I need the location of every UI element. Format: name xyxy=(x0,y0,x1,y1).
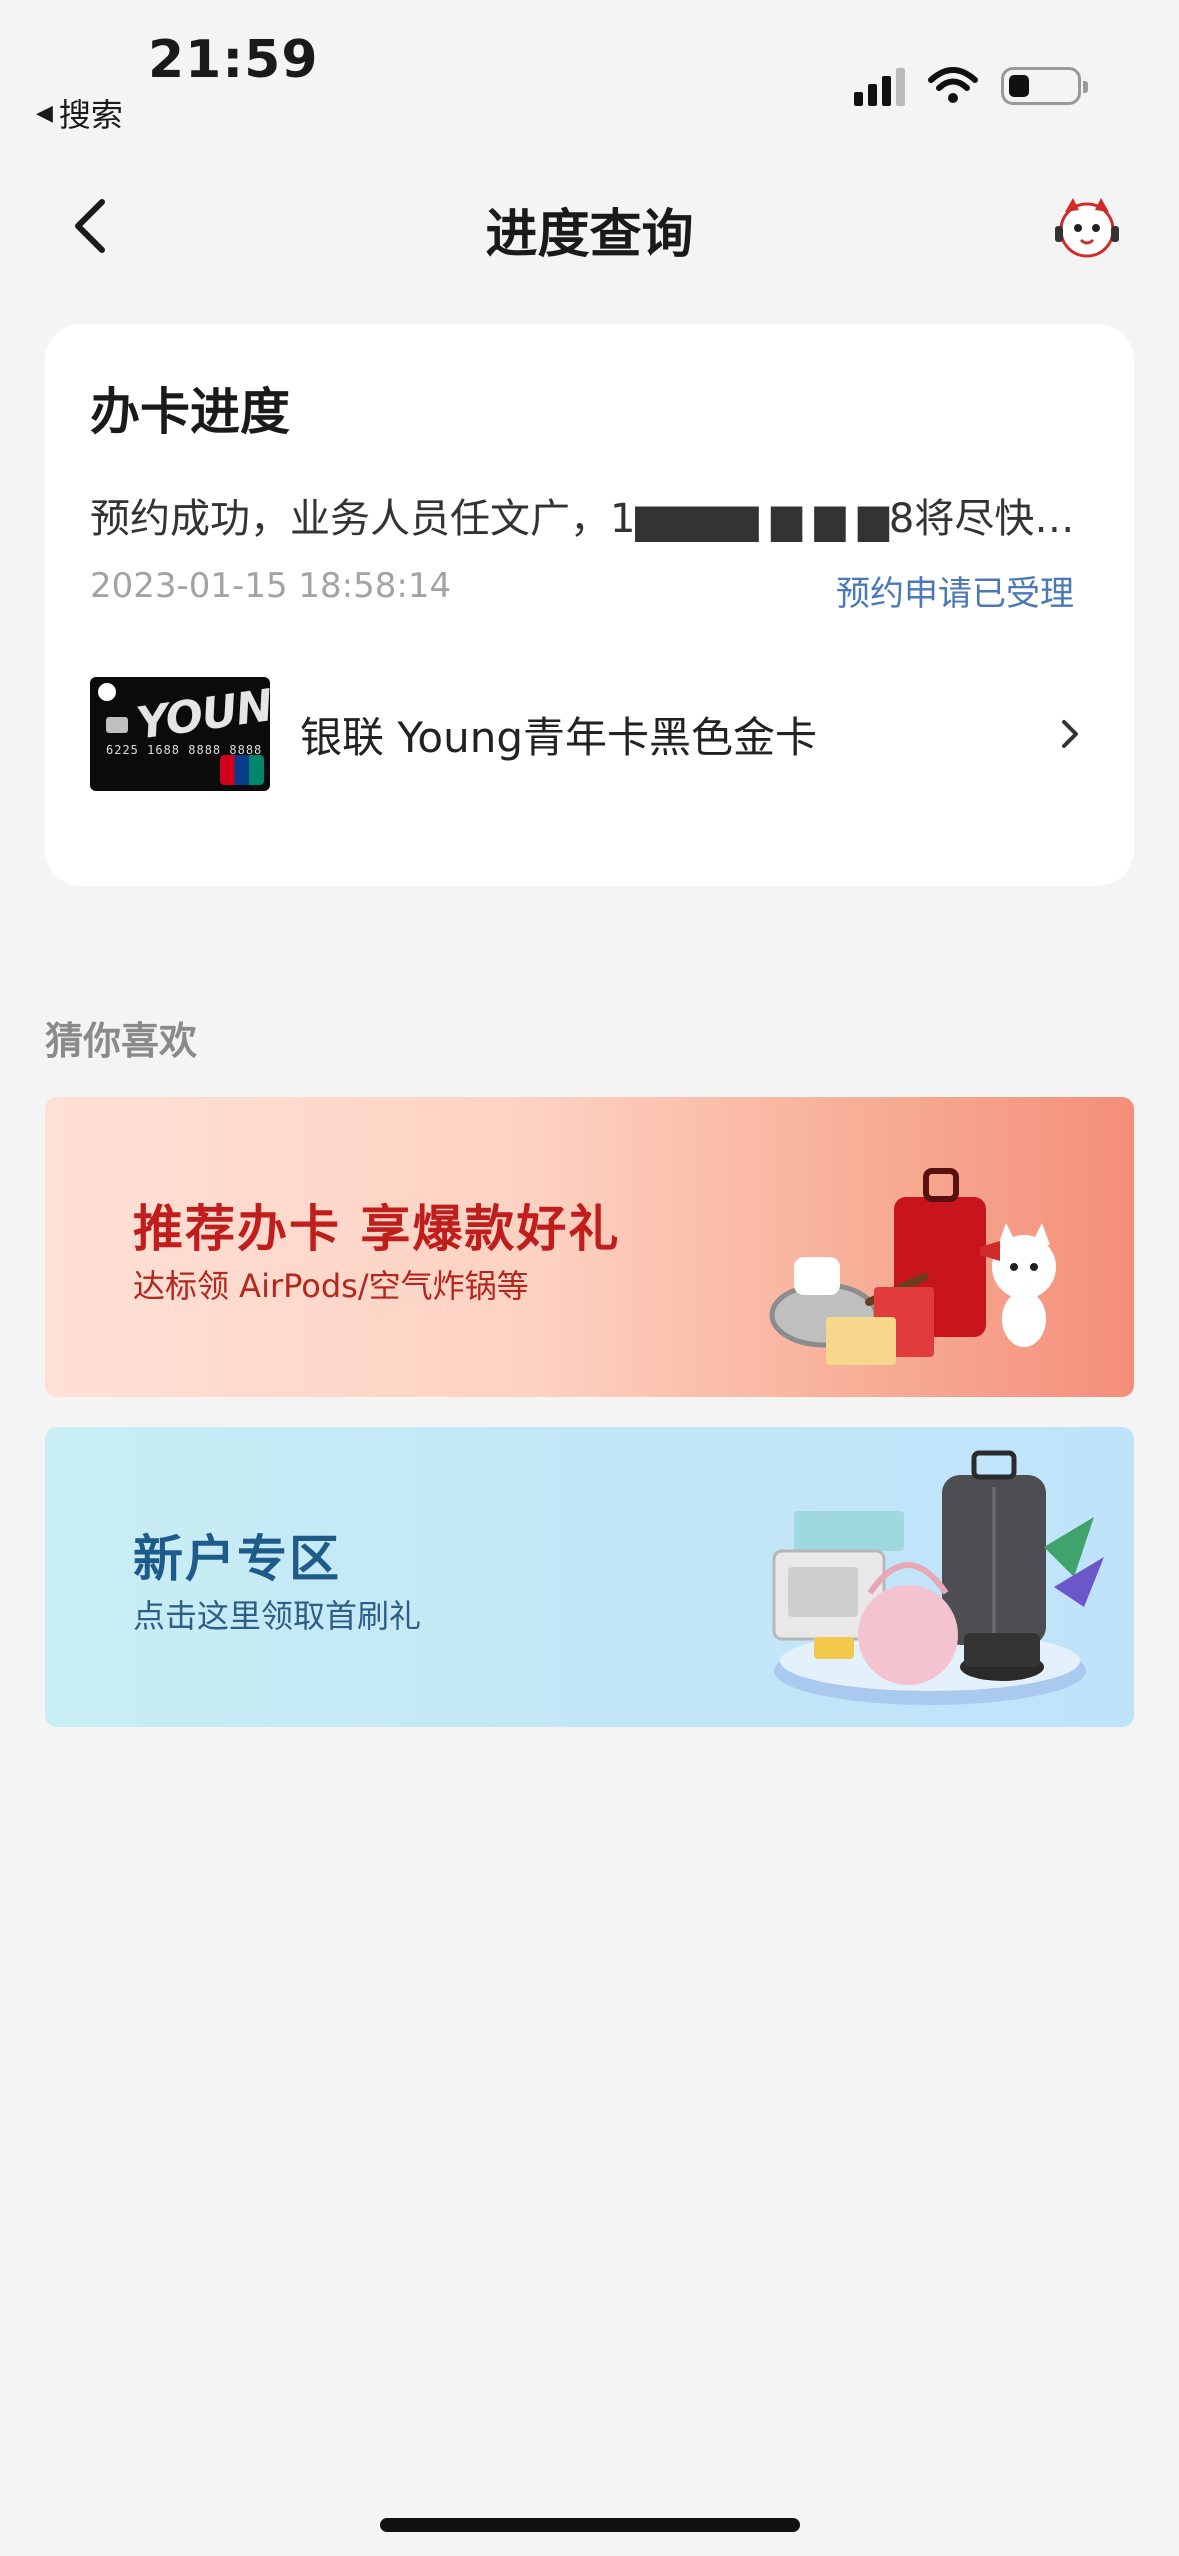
progress-timestamp: 2023-01-15 18:58:14 xyxy=(90,566,452,606)
back-app-label: 搜索 xyxy=(58,96,123,134)
back-to-search-link[interactable]: ◀ 搜索 xyxy=(36,90,123,136)
home-indicator xyxy=(380,2518,800,2532)
progress-description: 预约成功，业务人员任文广，1▆▆▆▆ ▆ ▆ ▆8将尽快与您联系 xyxy=(90,496,1100,542)
bank-logo-icon xyxy=(98,683,116,701)
status-time: 21:59 xyxy=(148,30,319,90)
status-indicators xyxy=(854,66,1088,106)
cellular-signal-icon xyxy=(854,66,905,106)
recommend-section-title: 猜你喜欢 xyxy=(45,1019,198,1063)
banner-subline: 达标领 AirPods/空气炸锅等 xyxy=(133,1267,529,1305)
wifi-icon xyxy=(928,67,978,103)
banner-headline: 推荐办卡 享爆款好礼 xyxy=(133,1199,621,1258)
card-product-name: 银联 Young青年卡黑色金卡 xyxy=(300,712,818,762)
card-chip-icon xyxy=(106,717,128,733)
banner-subline: 点击这里领取首刷礼 xyxy=(133,1597,422,1635)
back-triangle-icon: ◀ xyxy=(36,100,53,126)
card-art-brand: YOUNG xyxy=(133,677,270,750)
progress-query-page: 21:59 ◀ 搜索 进度查询 办卡进度 预约成功，业务人员任文广，1▆▆▆▆ … xyxy=(0,0,1179,2556)
banner-refer-card[interactable]: 推荐办卡 享爆款好礼 达标领 AirPods/空气炸锅等 xyxy=(45,1097,1134,1397)
card-progress-panel: 办卡进度 预约成功，业务人员任文广，1▆▆▆▆ ▆ ▆ ▆8将尽快与您联系 20… xyxy=(45,324,1134,886)
card-progress-title: 办卡进度 xyxy=(90,383,290,441)
chevron-right-icon xyxy=(1062,720,1078,748)
page-title: 进度查询 xyxy=(485,205,694,265)
banner-headline: 新户专区 xyxy=(133,1529,341,1588)
battery-icon xyxy=(1001,67,1088,105)
customer-service-mascot-icon[interactable] xyxy=(1051,192,1123,264)
unionpay-logo-icon xyxy=(220,755,264,785)
young-card-thumbnail: YOUNG 6225 1688 8888 8888 xyxy=(90,677,270,791)
card-product-row[interactable]: YOUNG 6225 1688 8888 8888 银联 Young青年卡黑色金… xyxy=(90,676,1090,792)
banner-new-user-zone[interactable]: 新户专区 点击这里领取首刷礼 xyxy=(45,1427,1134,1727)
gift-products-illustration-icon xyxy=(772,1450,1104,1705)
gifts-illustration-icon xyxy=(769,1168,1056,1365)
progress-status: 预约申请已受理 xyxy=(836,574,1074,614)
